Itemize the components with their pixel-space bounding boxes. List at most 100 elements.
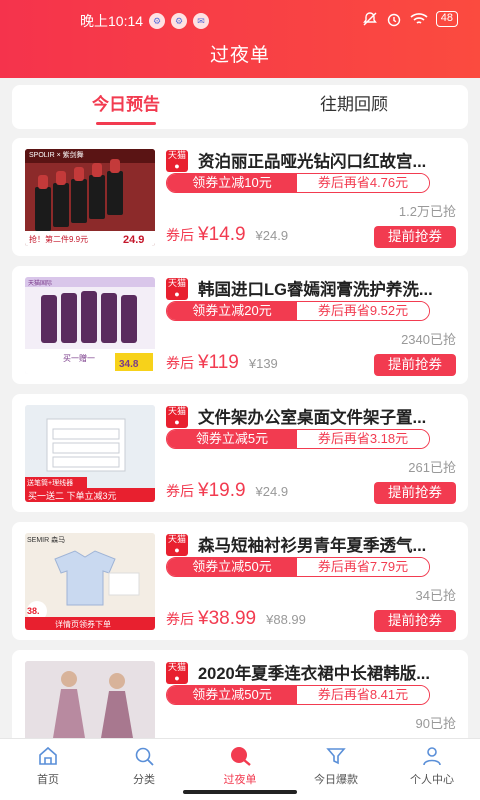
battery-indicator: 48 — [435, 11, 458, 27]
tmall-badge: 天猫 ● — [166, 662, 188, 684]
tmall-badge: 天猫 ● — [166, 278, 188, 300]
grab-coupon-button[interactable]: 提前抢券 — [374, 354, 456, 376]
nav-profile[interactable]: 个人中心 — [384, 739, 480, 800]
nav-label: 过夜单 — [223, 774, 257, 786]
price-row: 券后 ¥38.99 ¥88.99 — [166, 608, 306, 630]
sold-count: 2340已抢 — [401, 332, 456, 347]
price-row: 券后 ¥119 ¥139 — [166, 352, 278, 374]
status-time: 晚上10:14 — [80, 13, 144, 29]
coupon-tag[interactable]: 领券立减50元 券后再省8.41元 — [166, 685, 430, 705]
tmall-badge: 天猫 ● — [166, 150, 188, 172]
coupon-tag[interactable]: 领券立减10元 券后再省4.76元 — [166, 173, 430, 193]
coupon-tag[interactable]: 领券立减50元 券后再省7.79元 — [166, 557, 430, 577]
after-coupon-label: 券后 — [166, 611, 194, 627]
thumb-brand: 送笔筒+理线器 — [27, 478, 73, 487]
coupon-discount: 领券立减5元 — [167, 430, 297, 448]
original-price: ¥24.9 — [255, 484, 289, 499]
nav-home[interactable]: 首页 — [0, 739, 96, 800]
thumb-brand: 天猫国际 — [28, 279, 52, 287]
search-icon — [135, 747, 154, 766]
sold-count: 90已抢 — [415, 716, 456, 731]
after-coupon-label: 券后 — [166, 483, 194, 499]
after-coupon-label: 券后 — [166, 227, 194, 243]
header: 晚上10:14 ⚙ ⚙ ✉ 48 过夜单 — [0, 0, 480, 78]
tmall-badge: 天猫 ● — [166, 406, 188, 428]
price-row: 券后 ¥14.9 ¥24.9 — [166, 224, 288, 246]
thumb-price: 24.9 — [123, 234, 144, 246]
product-card[interactable]: SPOLIR × 紫剑舞 抢！第二件9.9元 24.9 天猫 ● 资泊丽正品哑光钻… — [12, 138, 468, 256]
thumb-brand: SPOLIR × 紫剑舞 — [29, 150, 84, 159]
coupon-saving: 券后再省3.18元 — [297, 430, 429, 448]
original-price: ¥139 — [248, 356, 278, 371]
coupon-saving: 券后再省8.41元 — [297, 686, 429, 704]
product-card[interactable]: SEMIR 森马 38. 详情页领券下单 天猫 ● 森马短袖衬衫男青年夏季透气..… — [12, 522, 468, 640]
alarm-icon — [387, 13, 400, 27]
coupon-discount: 领券立减10元 — [167, 174, 297, 192]
after-coupon-label: 券后 — [166, 355, 194, 371]
nav-label: 首页 — [37, 774, 59, 786]
product-title: 2020年夏季连衣裙中长裙韩版... — [198, 665, 430, 683]
final-price: ¥119 — [198, 352, 239, 373]
final-price: ¥14.9 — [198, 224, 246, 245]
thumb-caption: 抢！第二件9.9元 — [29, 234, 88, 244]
product-image: 送笔筒+理线器 买一送二 下单立减3元 — [25, 405, 155, 502]
grab-coupon-button[interactable]: 提前抢券 — [374, 610, 456, 632]
home-indicator[interactable] — [183, 790, 297, 794]
nav-hot-today[interactable]: 今日爆款 — [288, 739, 384, 800]
status-bar: 晚上10:14 ⚙ ⚙ ✉ 48 — [0, 8, 480, 32]
product-image: 天猫国际 买一赠一 34.8 — [25, 277, 155, 374]
product-title: 文件架办公室桌面文件架子置... — [198, 409, 427, 427]
shampoo-image: 天猫国际 买一赠一 34.8 — [25, 277, 155, 374]
coupon-saving: 券后再省9.52元 — [297, 302, 429, 320]
thumb-caption: 买一赠一 — [63, 353, 95, 363]
tmall-badge: 天猫 ● — [166, 534, 188, 556]
user-icon — [423, 747, 441, 766]
lipstick-image: SPOLIR × 紫剑舞 抢！第二件9.9元 24.9 — [25, 149, 155, 246]
dress-image — [25, 661, 155, 738]
home-icon — [39, 746, 57, 765]
wifi-icon — [410, 13, 428, 24]
product-card[interactable]: 送笔筒+理线器 买一送二 下单立减3元 天猫 ● 文件架办公室桌面文件架子置...… — [12, 394, 468, 512]
thumb-price: 38. — [27, 606, 40, 616]
final-price: ¥19.9 — [198, 480, 246, 501]
page-title: 过夜单 — [209, 45, 270, 66]
grab-coupon-button[interactable]: 提前抢券 — [374, 482, 456, 504]
final-price: ¥38.99 — [198, 608, 257, 629]
product-image — [25, 661, 155, 738]
tab-today-preview[interactable]: 今日预告 — [12, 85, 240, 129]
price-row: 券后 ¥19.9 ¥24.9 — [166, 480, 288, 502]
product-card[interactable]: 天猫国际 买一赠一 34.8 天猫 ● 韩国进口LG睿嫣润膏洗护养洗... 领券立… — [12, 266, 468, 384]
coupon-discount: 领券立减20元 — [167, 302, 297, 320]
thumb-caption: 买一送二 下单立减3元 — [28, 490, 117, 501]
nav-label: 分类 — [133, 774, 155, 786]
magnifier-filled-icon — [231, 747, 251, 766]
notification-icon: ⚙ — [171, 13, 188, 29]
grab-coupon-button[interactable]: 提前抢券 — [374, 226, 456, 248]
coupon-saving: 券后再省7.79元 — [297, 558, 429, 576]
nav-label: 个人中心 — [410, 774, 454, 786]
message-icon: ✉ — [193, 13, 210, 29]
filter-icon — [326, 748, 346, 765]
tab-past-review[interactable]: 往期回顾 — [240, 85, 468, 129]
thumb-price: 34.8 — [119, 359, 139, 370]
sold-count: 34已抢 — [415, 588, 456, 603]
coupon-tag[interactable]: 领券立减5元 券后再省3.18元 — [166, 429, 430, 449]
notification-icon: ⚙ — [149, 13, 166, 29]
product-title: 资泊丽正品哑光钻闪口红故宫... — [198, 153, 427, 171]
product-title: 韩国进口LG睿嫣润膏洗护养洗... — [198, 281, 433, 299]
original-price: ¥88.99 — [266, 612, 306, 627]
original-price: ¥24.9 — [255, 228, 289, 243]
product-image: SPOLIR × 紫剑舞 抢！第二件9.9元 24.9 — [25, 149, 155, 246]
mute-icon — [362, 12, 377, 26]
product-card[interactable]: 天猫 ● 2020年夏季连衣裙中长裙韩版... 领券立减50元 券后再省8.41元… — [12, 650, 468, 738]
nav-category[interactable]: 分类 — [96, 739, 192, 800]
file-rack-image: 送笔筒+理线器 买一送二 下单立减3元 — [25, 405, 155, 502]
coupon-tag[interactable]: 领券立减20元 券后再省9.52元 — [166, 301, 430, 321]
thumb-caption: 详情页领券下单 — [55, 619, 111, 629]
product-title: 森马短袖衬衫男青年夏季透气... — [198, 537, 427, 555]
coupon-discount: 领券立减50元 — [167, 558, 297, 576]
tab-bar: 今日预告 往期回顾 — [12, 85, 468, 129]
thumb-brand: SEMIR 森马 — [27, 535, 65, 544]
coupon-discount: 领券立减50元 — [167, 686, 297, 704]
sold-count: 261已抢 — [408, 460, 456, 475]
